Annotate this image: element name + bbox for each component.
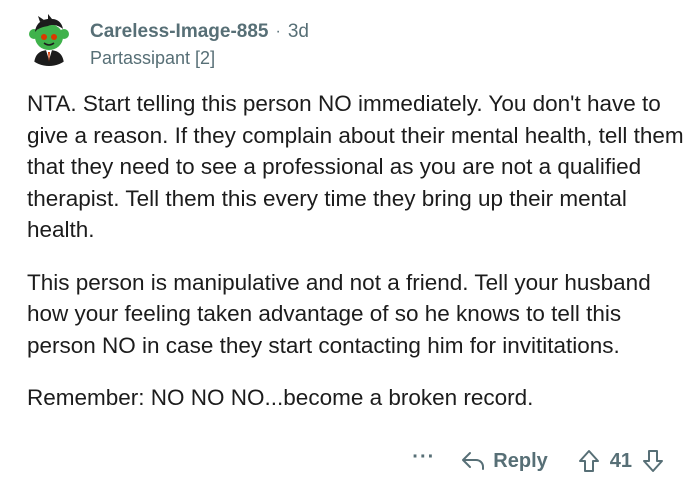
- user-flair: Partassipant [2]: [90, 48, 216, 68]
- snoo-avatar-icon: [22, 12, 76, 66]
- comment-paragraph: Remember: NO NO NO...become a broken rec…: [27, 385, 534, 410]
- comment-actions: ··· Reply 41: [412, 444, 664, 478]
- author-row: Careless-Image-885 · 3d: [90, 20, 309, 44]
- reply-button[interactable]: Reply: [461, 449, 548, 473]
- comment: Careless-Image-885 · 3d Partassipant [2]…: [0, 0, 700, 488]
- comment-paragraph: NTA. Start telling this person NO immedi…: [27, 91, 684, 242]
- author-name[interactable]: Careless-Image-885: [90, 20, 269, 44]
- comment-body: NTA. Start telling this person NO immedi…: [27, 88, 687, 435]
- more-options-button[interactable]: ···: [412, 446, 435, 469]
- reply-label: Reply: [493, 449, 548, 472]
- reply-arrow-icon: [462, 452, 485, 470]
- comment-header: Careless-Image-885 · 3d Partassipant [2]: [90, 20, 309, 69]
- vote-count: 41: [609, 449, 632, 472]
- avatar[interactable]: [22, 12, 76, 66]
- upvote-arrow-icon[interactable]: [578, 449, 600, 473]
- comment-age[interactable]: 3d: [288, 20, 309, 44]
- meta-separator: ·: [275, 23, 281, 40]
- downvote-arrow-icon[interactable]: [642, 449, 664, 473]
- comment-paragraph: This person is manipulative and not a fr…: [27, 269, 651, 358]
- vote-controls: 41: [578, 449, 664, 473]
